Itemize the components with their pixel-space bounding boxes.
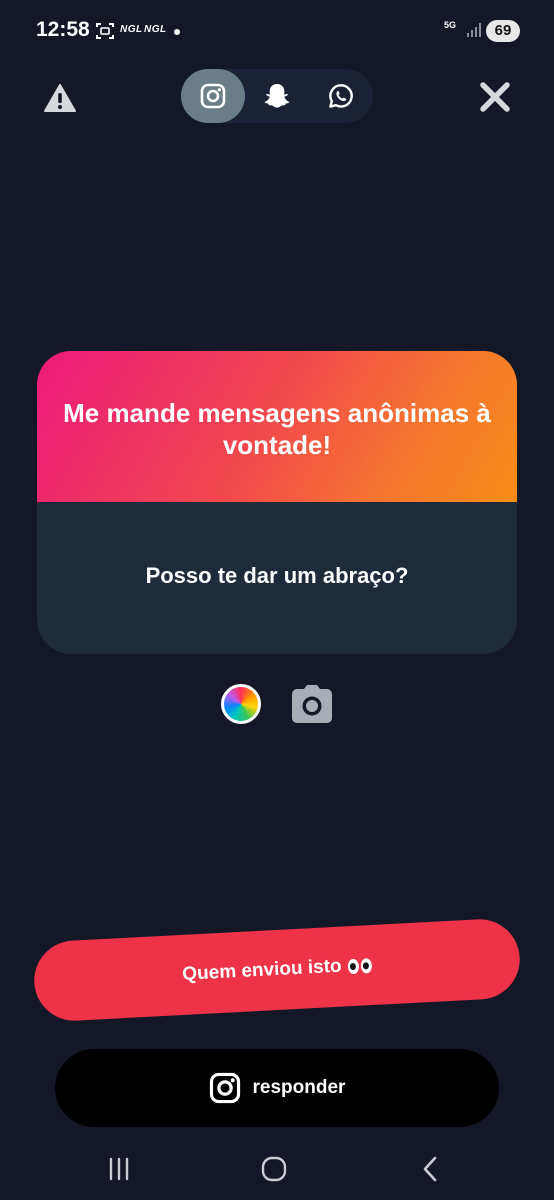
reply-button[interactable]: responder bbox=[55, 1049, 499, 1127]
message-card: Me mande mensagens anônimas à vontade! P… bbox=[37, 351, 517, 654]
snapchat-icon bbox=[264, 84, 290, 108]
card-header: Me mande mensagens anônimas à vontade! bbox=[37, 351, 517, 502]
ngl-message-screen: 12:58 NGL NGL 5G 69 Me mande mensagens a… bbox=[0, 0, 554, 1200]
notification-dot bbox=[174, 29, 180, 35]
recents-icon[interactable] bbox=[104, 1154, 134, 1184]
status-time: 12:58 bbox=[36, 18, 90, 41]
who-sent-label: Quem enviou isto bbox=[181, 955, 343, 985]
whatsapp-icon bbox=[329, 84, 353, 108]
camera-icon[interactable] bbox=[291, 684, 333, 724]
signal-icon bbox=[467, 23, 481, 37]
close-icon[interactable] bbox=[478, 80, 512, 114]
who-sent-button[interactable]: Quem enviou isto bbox=[32, 917, 522, 1023]
battery-indicator: 69 bbox=[486, 20, 520, 42]
tab-whatsapp[interactable] bbox=[309, 69, 373, 123]
home-icon[interactable] bbox=[259, 1154, 289, 1184]
notification-ngl-2: NGL bbox=[144, 24, 167, 35]
reply-label: responder bbox=[252, 1077, 346, 1098]
card-body: Posso te dar um abraço? bbox=[37, 502, 517, 654]
report-warning-icon[interactable] bbox=[44, 84, 76, 112]
tab-instagram[interactable] bbox=[181, 69, 245, 123]
instagram-icon bbox=[200, 83, 226, 109]
back-icon[interactable] bbox=[416, 1154, 446, 1184]
notification-ngl-1: NGL bbox=[120, 24, 143, 35]
instagram-icon bbox=[209, 1072, 240, 1104]
screenshot-icon bbox=[96, 23, 114, 39]
card-message: Posso te dar um abraço? bbox=[145, 563, 409, 588]
eyes-icon bbox=[347, 957, 372, 974]
network-type: 5G bbox=[444, 20, 457, 30]
color-wheel-icon[interactable] bbox=[221, 684, 261, 724]
share-target-switcher bbox=[181, 69, 373, 123]
status-bar: 12:58 NGL NGL 5G 69 bbox=[0, 0, 554, 60]
card-prompt: Me mande mensagens anônimas à vontade! bbox=[63, 397, 491, 460]
tab-snapchat[interactable] bbox=[245, 69, 309, 123]
system-navigation-bar bbox=[0, 1140, 554, 1200]
